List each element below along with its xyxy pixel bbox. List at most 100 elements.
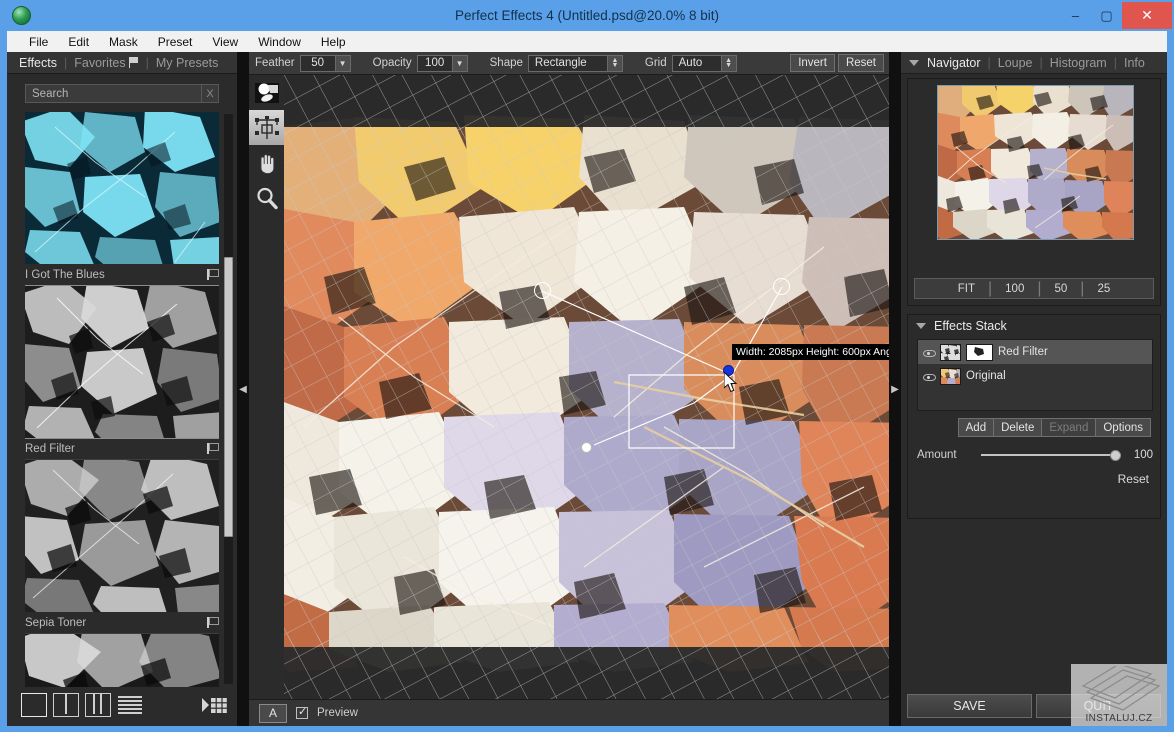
opacity-dropdown-icon[interactable]: ▼ (452, 56, 467, 71)
shape-stepper-icon[interactable]: ▲▼ (607, 56, 622, 71)
menu-window[interactable]: Window (248, 33, 311, 51)
menu-edit[interactable]: Edit (58, 33, 99, 51)
tab-favorites[interactable]: Favorites (74, 56, 125, 70)
mask-actions: Invert Reset (790, 54, 884, 72)
amount-reset-link[interactable]: Reset (1118, 472, 1149, 486)
minimize-button[interactable]: – (1060, 2, 1091, 29)
menu-view[interactable]: View (202, 33, 248, 51)
feather-value[interactable]: 50 (301, 57, 335, 69)
menu-help[interactable]: Help (311, 33, 356, 51)
close-button[interactable]: ✕ (1122, 2, 1172, 29)
preset-thumbnail[interactable] (25, 634, 219, 687)
zoom-100-button[interactable]: 100 (992, 283, 1037, 295)
feather-label: Feather (255, 57, 295, 69)
image-canvas[interactable]: Width: 2085px Height: 600px Angle: 2 (284, 75, 889, 703)
layer-name: Original (966, 370, 1006, 382)
collapse-right-panel-icon[interactable]: ▶ (889, 367, 901, 411)
grid-stepper-icon[interactable]: ▲▼ (721, 56, 736, 71)
save-button[interactable]: SAVE (907, 694, 1032, 718)
reset-button[interactable]: Reset (838, 54, 884, 72)
layer-visibility-icon[interactable] (922, 371, 935, 381)
tab-my-presets[interactable]: My Presets (156, 56, 219, 70)
amount-slider[interactable] (981, 448, 1121, 462)
delete-effect-button[interactable]: Delete (993, 418, 1042, 437)
preset-thumb-gray-leaves (25, 286, 219, 438)
preset-thumbnail[interactable] (25, 460, 219, 612)
feather-field[interactable]: 50 ▼ (300, 55, 351, 72)
options-button[interactable]: Options (1095, 418, 1151, 437)
zoom-tool[interactable] (249, 180, 284, 215)
nav-sep-2: | (1040, 56, 1043, 70)
mask-handle-top-left[interactable] (534, 282, 551, 299)
window-border-left (0, 31, 7, 732)
view-mode-list[interactable] (117, 693, 143, 717)
search-clear-button[interactable]: X (201, 85, 218, 102)
preset-thumbnail[interactable] (25, 286, 219, 438)
search-input[interactable] (26, 85, 201, 102)
canvas-content[interactable]: Width: 2085px Height: 600px Angle: 2 (284, 75, 889, 703)
preset-item[interactable]: I Got The Blues (25, 112, 219, 286)
invert-button[interactable]: Invert (790, 54, 835, 72)
preset-favorite-flag-icon[interactable] (207, 617, 217, 628)
menu-file[interactable]: File (19, 33, 58, 51)
layer-row-original[interactable]: Original (918, 364, 1152, 388)
zoom-50-button[interactable]: 50 (1042, 283, 1081, 295)
collapse-left-panel-icon[interactable]: ◀ (237, 367, 249, 411)
preset-thumb-gray-leaves-2 (25, 460, 219, 612)
mask-handle-bottom[interactable] (581, 442, 592, 453)
effects-browser-tabs: Effects | Favorites | My Presets (7, 52, 237, 74)
left-panel-divider[interactable]: ◀ (237, 52, 249, 726)
opacity-value[interactable]: 100 (418, 57, 452, 69)
add-effect-button[interactable]: Add (958, 418, 994, 437)
view-mode-two-up[interactable] (53, 693, 79, 717)
navigator-collapse-icon[interactable] (909, 60, 919, 66)
maximize-button[interactable]: ▢ (1091, 2, 1122, 29)
menu-preset[interactable]: Preset (148, 33, 203, 51)
zoom-fit-button[interactable]: FIT (945, 283, 988, 295)
tab-info[interactable]: Info (1124, 56, 1145, 70)
transform-tool[interactable] (249, 110, 284, 145)
view-mode-one-up[interactable] (21, 693, 47, 717)
amount-slider-knob[interactable] (1110, 450, 1121, 461)
preset-name: I Got The Blues (25, 269, 105, 281)
layer-visibility-icon[interactable] (922, 347, 935, 357)
view-mode-bar (21, 692, 227, 718)
preset-favorite-flag-icon[interactable] (207, 443, 217, 454)
layer-row-red-filter[interactable]: Red Filter (918, 340, 1152, 364)
preset-thumbnail[interactable] (25, 112, 219, 264)
layer-mask-thumbnail[interactable] (966, 344, 993, 361)
mask-handle-top-right[interactable] (773, 278, 790, 295)
grid-icon[interactable] (201, 694, 227, 716)
tab-effects[interactable]: Effects (19, 56, 57, 70)
opacity-field[interactable]: 100 ▼ (417, 55, 468, 72)
preset-thumb-blue-leaves (25, 112, 219, 264)
effects-stack-collapse-icon[interactable] (916, 323, 926, 329)
feather-dropdown-icon[interactable]: ▼ (335, 56, 350, 71)
preview-checkbox[interactable] (296, 707, 308, 719)
menu-mask[interactable]: Mask (99, 33, 148, 51)
navigator-preview[interactable] (937, 85, 1134, 240)
masking-brush-tool[interactable] (249, 75, 284, 110)
compare-a-button[interactable]: A (259, 704, 287, 723)
amount-slider-track[interactable] (981, 454, 1121, 456)
grid-value[interactable]: Auto (673, 57, 721, 69)
view-mode-three-up[interactable] (85, 693, 111, 717)
main-body: Effects | Favorites | My Presets X (7, 52, 1167, 726)
effects-stack-panel: Effects Stack (907, 314, 1161, 519)
right-panel-divider[interactable]: ▶ (889, 52, 901, 726)
shape-select[interactable]: Rectangle ▲▼ (528, 55, 623, 72)
preset-scrollbar-thumb[interactable] (224, 257, 233, 537)
preset-item[interactable] (25, 634, 219, 687)
grid-select[interactable]: Auto ▲▼ (672, 55, 737, 72)
preset-favorite-flag-icon[interactable] (207, 269, 217, 280)
tab-loupe[interactable]: Loupe (998, 56, 1033, 70)
zoom-25-button[interactable]: 25 (1084, 283, 1123, 295)
tab-separator-1: | (64, 56, 67, 70)
preset-item[interactable]: Red Filter (25, 286, 219, 460)
tab-navigator[interactable]: Navigator (927, 56, 981, 70)
photo-autumn-leaves[interactable] (284, 75, 889, 703)
hand-tool[interactable] (249, 145, 284, 180)
preset-item[interactable]: Sepia Toner (25, 460, 219, 634)
shape-value[interactable]: Rectangle (529, 57, 607, 69)
tab-histogram[interactable]: Histogram (1050, 56, 1107, 70)
